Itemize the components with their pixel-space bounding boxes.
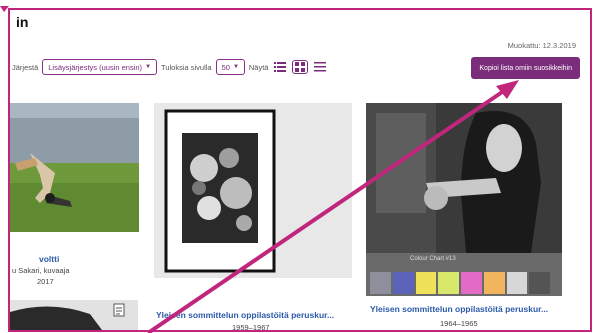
card-year: 1964–1965 bbox=[440, 319, 478, 328]
card-author: u Sakari, kuvaaja bbox=[12, 266, 70, 275]
chevron-down-icon: ▼ bbox=[232, 64, 239, 70]
view-label: Näytä bbox=[248, 62, 269, 72]
sort-select[interactable]: Lisäysjärjestys (uusin ensin) ▼ bbox=[42, 59, 158, 75]
sort-label: Järjestä bbox=[12, 62, 39, 72]
results-toolbar: Järjestä Lisäysjärjestys (uusin ensin) ▼… bbox=[12, 59, 328, 75]
card-title-sommittelu-1[interactable]: Yleisen sommittelun oppilastöitä perusku… bbox=[156, 310, 334, 320]
grid-view-icon[interactable] bbox=[292, 60, 309, 74]
card-title-sommittelu-2[interactable]: Yleisen sommittelun oppilastöitä perusku… bbox=[370, 304, 548, 314]
colour-chart bbox=[370, 272, 550, 294]
modified-date: Muokattu: 12.3.2019 bbox=[507, 41, 576, 50]
colour-chart-label: Colour Chart #13 bbox=[410, 256, 456, 262]
card-image-voltti[interactable] bbox=[10, 103, 139, 232]
card-image-sommittelu-1[interactable] bbox=[154, 103, 352, 278]
app-frame: in Muokattu: 12.3.2019 Kopioi lista omii… bbox=[8, 8, 592, 332]
card-image-sommittelu-2[interactable] bbox=[366, 103, 562, 296]
card-year: 1959–1967 bbox=[232, 323, 270, 332]
card-title-voltti[interactable]: voltti bbox=[39, 254, 59, 264]
card-image-lower[interactable] bbox=[10, 300, 138, 330]
card-year: 2017 bbox=[37, 277, 54, 286]
per-page-value: 50 bbox=[221, 62, 230, 72]
per-page-label: Tuloksia sivulla bbox=[161, 62, 212, 72]
list-view-icon[interactable] bbox=[272, 60, 288, 74]
per-page-select[interactable]: 50 ▼ bbox=[215, 59, 245, 75]
compact-list-view-icon[interactable] bbox=[312, 60, 328, 74]
page-title: in bbox=[16, 14, 29, 30]
sort-select-value: Lisäysjärjestys (uusin ensin) bbox=[48, 62, 143, 72]
copy-to-favorites-button[interactable]: Kopioi lista omiin suosikkeihin bbox=[471, 57, 580, 79]
chevron-down-icon: ▼ bbox=[145, 64, 152, 70]
